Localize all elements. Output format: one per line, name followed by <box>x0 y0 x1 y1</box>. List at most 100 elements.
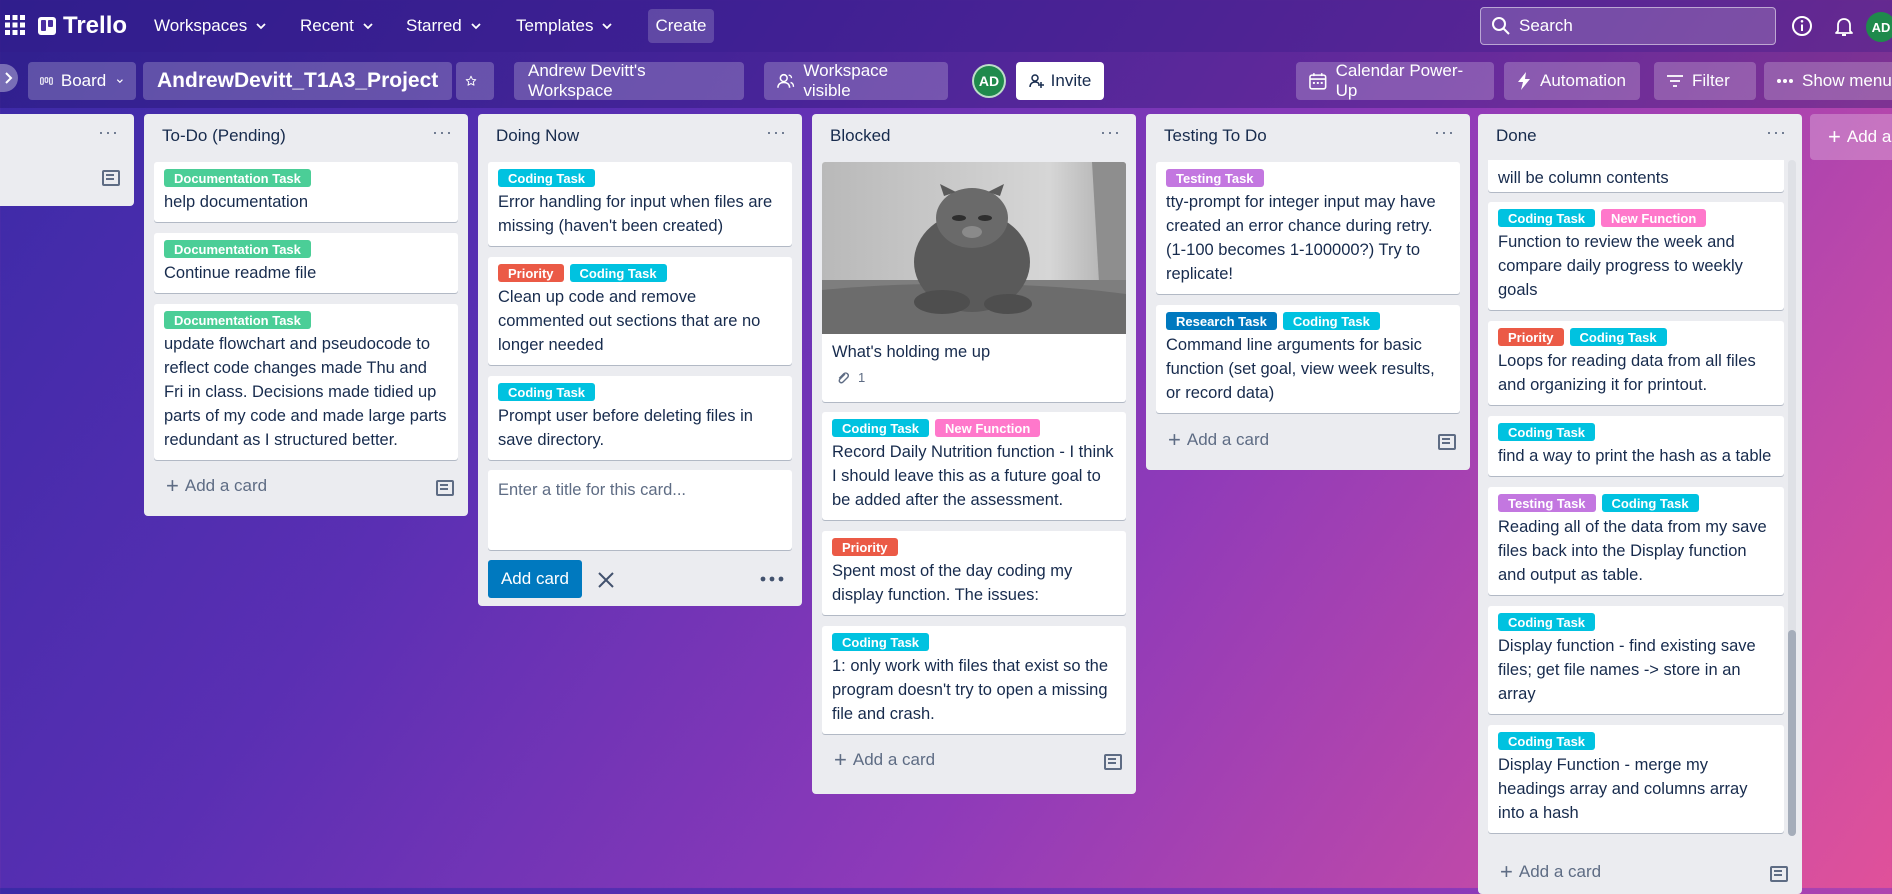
automation-button[interactable]: Automation <box>1504 62 1640 100</box>
list-menu-button[interactable]: ··· <box>766 123 788 146</box>
search-input[interactable]: Search <box>1480 7 1776 45</box>
card-label[interactable]: Testing Task <box>1166 169 1264 187</box>
card[interactable]: Coding Task 1: only work with files that… <box>822 626 1126 734</box>
card-label[interactable]: Coding Task <box>1498 613 1596 631</box>
calendar-powerup-button[interactable]: Calendar Power-Up <box>1296 61 1494 100</box>
notification-bell-icon[interactable] <box>1832 14 1856 38</box>
list-cards-scroll-area[interactable]: will be column contents Coding Task New … <box>1478 160 1802 850</box>
card-label[interactable]: Coding Task <box>832 633 930 651</box>
card-label[interactable]: Documentation Task <box>164 240 311 258</box>
card[interactable]: Coding Task Display Function - merge my … <box>1488 725 1784 833</box>
list-menu-button[interactable]: ··· <box>1100 123 1122 146</box>
filter-button[interactable]: Filter <box>1654 62 1756 100</box>
sidebar-expand-button[interactable] <box>0 64 18 92</box>
nav-recent[interactable]: Recent <box>290 10 384 42</box>
card-title: tty-prompt for integer input may have cr… <box>1166 193 1436 283</box>
card[interactable]: Research Task Coding Task Command line a… <box>1156 305 1460 413</box>
card[interactable]: Testing Task tty-prompt for integer inpu… <box>1156 162 1460 294</box>
card-label[interactable]: Coding Task <box>498 169 596 187</box>
list-menu-button[interactable]: ··· <box>1766 123 1788 146</box>
visibility-button[interactable]: Workspace visible <box>764 61 948 100</box>
add-list-label: Add a <box>1846 127 1892 146</box>
add-card-button[interactable]: + Add a card <box>1168 426 1269 454</box>
card-template-icon[interactable] <box>1102 754 1122 770</box>
list-scrollbar-thumb[interactable] <box>1788 630 1796 836</box>
card[interactable]: What's holding me up 1 <box>822 162 1126 402</box>
card[interactable]: Priority Coding Task Loops for reading d… <box>1488 321 1784 405</box>
card-label[interactable]: Coding Task <box>832 419 930 437</box>
info-icon[interactable] <box>1790 14 1814 38</box>
more-horizontal-icon[interactable] <box>760 576 784 582</box>
card-composer[interactable]: Enter a title for this card... <box>488 470 792 550</box>
card-label[interactable]: New Function <box>935 419 1041 437</box>
show-menu-button[interactable]: Show menu <box>1764 62 1892 100</box>
list-title[interactable]: Done <box>1496 126 1537 146</box>
card[interactable]: Coding Task Display function - find exis… <box>1488 606 1784 714</box>
card-label[interactable]: Documentation Task <box>164 311 311 329</box>
card-label[interactable]: Coding Task <box>1282 312 1380 330</box>
card[interactable]: Coding Task New Function Record Daily Nu… <box>822 412 1126 520</box>
card-template-icon[interactable] <box>100 170 120 186</box>
card-template-icon[interactable] <box>434 480 454 496</box>
list-menu-button[interactable]: ··· <box>1434 123 1456 146</box>
paperclip-icon <box>838 371 850 383</box>
attachment-badge: 1 <box>836 370 1116 385</box>
add-card-button[interactable]: + Add a card <box>166 472 267 500</box>
card-label[interactable]: Coding Task <box>1498 732 1596 750</box>
nav-templates[interactable]: Templates <box>506 10 623 42</box>
apps-grid-icon[interactable] <box>4 14 26 36</box>
card[interactable]: Documentation Task help documentation <box>154 162 458 222</box>
nav-workspaces[interactable]: Workspaces <box>144 10 277 42</box>
card-label[interactable]: Research Task <box>1166 312 1277 330</box>
close-icon[interactable] <box>596 570 616 590</box>
card[interactable]: Documentation Task Continue readme file <box>154 233 458 293</box>
card[interactable]: Coding Task Error handling for input whe… <box>488 162 792 246</box>
card[interactable]: will be column contents <box>1488 160 1784 192</box>
card-label[interactable]: Coding Task <box>498 383 596 401</box>
card-label[interactable]: Priority <box>1498 328 1564 346</box>
card-label[interactable]: Testing Task <box>1498 494 1596 512</box>
card-label[interactable]: Coding Task <box>1601 494 1699 512</box>
add-card-submit-button[interactable]: Add card <box>488 560 582 598</box>
add-list-button[interactable]: + Add a <box>1810 114 1892 160</box>
nav-workspaces-label: Workspaces <box>154 16 248 35</box>
board-title[interactable]: AndrewDevitt_T1A3_Project <box>143 62 453 100</box>
list-menu-button[interactable]: ··· <box>98 123 120 146</box>
card-label[interactable]: Coding Task <box>569 264 667 282</box>
trello-logo[interactable]: Trello <box>38 12 127 40</box>
user-avatar[interactable]: AD <box>1866 12 1892 42</box>
workspace-button[interactable]: Andrew Devitt's Workspace <box>514 61 744 100</box>
card[interactable]: Coding Task New Function Function to rev… <box>1488 202 1784 310</box>
card[interactable]: Priority Coding Task Clean up code and r… <box>488 257 792 365</box>
card-label[interactable]: Coding Task <box>1569 328 1667 346</box>
list-title[interactable]: Blocked <box>830 126 890 146</box>
card[interactable]: Documentation Task update flowchart and … <box>154 304 458 460</box>
card[interactable]: Coding Task find a way to print the hash… <box>1488 416 1784 476</box>
card-template-icon[interactable] <box>1436 434 1456 450</box>
list-menu-button[interactable]: ··· <box>432 123 454 146</box>
list-title[interactable]: Doing Now <box>496 126 579 146</box>
add-card-button[interactable]: + Add a card <box>1500 858 1601 886</box>
card-template-icon[interactable] <box>1768 866 1788 882</box>
card-label[interactable]: Priority <box>498 264 564 282</box>
card[interactable]: Priority Spent most of the day coding my… <box>822 531 1126 615</box>
card[interactable]: Coding Task Prompt user before deleting … <box>488 376 792 460</box>
card-label[interactable]: Priority <box>832 538 898 556</box>
member-avatar[interactable]: AD <box>972 64 1006 98</box>
create-button[interactable]: Create <box>648 9 714 43</box>
card-label[interactable]: Coding Task <box>1498 209 1596 227</box>
invite-button[interactable]: Invite <box>1016 62 1104 100</box>
list-title[interactable]: To-Do (Pending) <box>162 126 286 146</box>
card-label[interactable]: Documentation Task <box>164 169 311 187</box>
card-title-input[interactable]: Enter a title for this card... <box>498 478 782 502</box>
card-title: Loops for reading data from all files an… <box>1498 352 1756 394</box>
list-title[interactable]: Testing To Do <box>1164 126 1267 146</box>
board-view-switcher[interactable]: Board <box>28 62 136 100</box>
add-card-button[interactable]: + Add a card <box>834 746 935 774</box>
star-board-button[interactable] <box>456 62 494 100</box>
filter-icon <box>1667 75 1683 87</box>
card[interactable]: Testing Task Coding Task Reading all of … <box>1488 487 1784 595</box>
card-label[interactable]: Coding Task <box>1498 423 1596 441</box>
card-label[interactable]: New Function <box>1601 209 1707 227</box>
nav-starred[interactable]: Starred <box>396 10 492 42</box>
